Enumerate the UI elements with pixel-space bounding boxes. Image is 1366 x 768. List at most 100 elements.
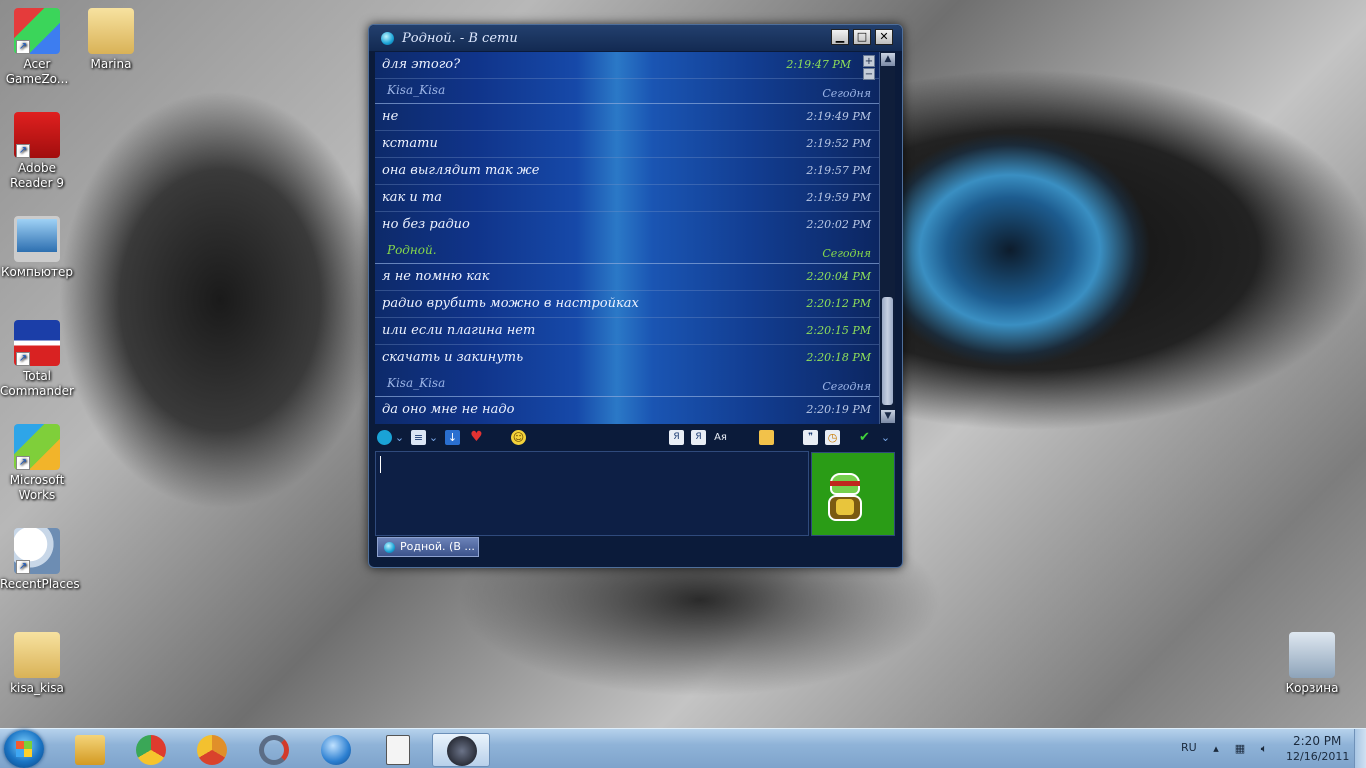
desktop-icon-acer-gamezone[interactable]: ↗ Acer GameZo... (0, 8, 74, 87)
clock-time[interactable]: 2:20 PM (1293, 734, 1341, 748)
desktop-icon-recycle-bin[interactable]: Корзина (1275, 632, 1349, 696)
history-scrollbar[interactable]: ▲ ▼ (879, 52, 895, 424)
chrome-icon (136, 735, 166, 765)
volume-icon[interactable]: 🔈︎ (1257, 742, 1271, 756)
desktop-icon-marina[interactable]: Marina (74, 8, 148, 72)
shortcut-arrow-icon: ↗ (16, 40, 30, 54)
desktop-icon-recent-places[interactable]: ↗ RecentPlaces (0, 528, 80, 592)
message-text: кстати (382, 136, 438, 151)
folder-icon[interactable] (759, 430, 774, 445)
turtle-avatar-belly (836, 499, 854, 515)
chevron-down-icon[interactable]: ⌄ (878, 430, 893, 445)
sender-header: Kisa_Kisa Сегодня (375, 372, 879, 397)
sender-name: Родной. (387, 243, 437, 257)
desktop-icon-kisa-kisa[interactable]: kisa_kisa (0, 632, 74, 696)
folder-icon (88, 8, 134, 54)
recent-places-icon: ↗ (14, 528, 60, 574)
message-text: да оно мне не надо (382, 402, 515, 417)
zoom-out-button[interactable]: − (863, 68, 875, 80)
computer-icon (14, 216, 60, 262)
maximize-button[interactable]: □ (853, 29, 871, 45)
taskbar-thunderbird[interactable] (310, 733, 362, 767)
scroll-down-button[interactable]: ▼ (881, 410, 895, 423)
sender-header: Kisa_Kisa Сегодня (375, 79, 879, 104)
chat-tab-rodnoy[interactable]: Родной. (В ... (377, 537, 479, 557)
chat-message: кстати 2:19:52 PM (375, 131, 879, 158)
desktop-icon-microsoft-works[interactable]: ↗ Microsoft Works (0, 424, 74, 503)
status-online-icon (384, 542, 395, 553)
chat-titlebar[interactable]: Родной. - В сети ▁ □ ✕ (369, 25, 902, 51)
message-text: для этого? (382, 57, 461, 72)
minimize-button[interactable]: ▁ (831, 29, 849, 45)
message-time: 2:19:47 PM (786, 58, 851, 71)
download-icon[interactable]: ↓ (445, 430, 460, 445)
desktop-icon-label: Acer GameZo... (5, 57, 69, 86)
language-indicator[interactable]: RU (1181, 741, 1197, 754)
start-button[interactable] (4, 730, 44, 768)
chat-message: она выглядит так же 2:19:57 PM (375, 158, 879, 185)
sender-name: Kisa_Kisa (387, 83, 446, 97)
message-time: 2:20:12 PM (806, 297, 871, 310)
contact-card-icon[interactable]: ≡ (411, 430, 426, 445)
heart-icon[interactable]: ♥ (469, 430, 484, 445)
media-icon (259, 735, 289, 765)
zoom-in-button[interactable]: + (863, 55, 875, 67)
sender-name: Kisa_Kisa (387, 376, 446, 390)
quote-icon[interactable]: ❞ (803, 430, 818, 445)
keyboard-layout-icon[interactable]: Я (691, 430, 706, 445)
folder-icon (14, 632, 60, 678)
desktop-icon-label: kisa_kisa (10, 681, 64, 695)
sender-date: Сегодня (822, 247, 871, 260)
chat-tab-label: Родной. (В ... (400, 540, 475, 553)
translit-icon[interactable]: Я (669, 430, 684, 445)
thunderbird-icon (321, 735, 351, 765)
chat-window[interactable]: Родной. - В сети ▁ □ ✕ для этого? 2:19:4… (368, 24, 903, 568)
chevron-down-icon[interactable]: ⌄ (426, 430, 441, 445)
message-text: скачать и закинуть (382, 350, 524, 365)
status-menu-icon[interactable] (377, 430, 392, 445)
turtle-avatar-band (830, 481, 860, 486)
status-online-icon (381, 32, 394, 45)
chat-history[interactable]: для этого? 2:19:47 PM Kisa_Kisa Сегодня … (375, 52, 879, 424)
send-checkmark-icon[interactable]: ✔ (857, 430, 872, 445)
message-text: или если плагина нет (382, 323, 536, 338)
desktop-icon-computer[interactable]: Компьютер (0, 216, 74, 280)
clock-icon[interactable]: ◷ (825, 430, 840, 445)
taskbar-qip-active[interactable] (432, 733, 490, 767)
message-time: 2:20:04 PM (806, 270, 871, 283)
message-text: не (382, 109, 399, 124)
desktop-icon-adobe-reader[interactable]: ↗ Adobe Reader 9 (0, 112, 74, 191)
scroll-up-button[interactable]: ▲ (881, 53, 895, 66)
shortcut-arrow-icon: ↗ (16, 456, 30, 470)
contact-avatar (811, 452, 895, 536)
desktop-icon-total-commander[interactable]: ↗ Total Commander (0, 320, 74, 399)
taskbar-chrome[interactable] (125, 733, 177, 767)
network-icon[interactable]: ▦ (1233, 742, 1247, 756)
qip-icon (447, 736, 477, 766)
smiley-icon[interactable]: ☺ (511, 430, 526, 445)
message-text: радио врубить можно в настройках (382, 296, 639, 311)
scroll-thumb[interactable] (882, 297, 893, 405)
clock-date[interactable]: 12/16/2011 (1286, 750, 1349, 763)
chevron-down-icon[interactable]: ⌄ (392, 430, 407, 445)
taskbar-media[interactable] (248, 733, 300, 767)
shortcut-arrow-icon: ↗ (16, 560, 30, 574)
chat-message: как и та 2:19:59 PM (375, 185, 879, 212)
taskbar-document[interactable] (372, 733, 424, 767)
taskbar-explorer[interactable] (64, 733, 116, 767)
sender-date: Сегодня (822, 380, 871, 393)
desktop-icon-label: RecentPlaces (0, 577, 80, 591)
taskbar-chrome-2[interactable] (186, 733, 238, 767)
show-hidden-icons-icon[interactable]: ▴ (1209, 742, 1223, 756)
spellcheck-icon[interactable]: Aя (713, 430, 728, 445)
message-text: но без радио (382, 217, 470, 232)
show-desktop-button[interactable] (1354, 729, 1366, 768)
chat-message: или если плагина нет 2:20:15 PM (375, 318, 879, 345)
message-time: 2:20:19 PM (806, 403, 871, 416)
chat-message: я не помню как 2:20:04 PM (375, 264, 879, 291)
close-button[interactable]: ✕ (875, 29, 893, 45)
document-icon (386, 735, 410, 765)
desktop-icon-label: Microsoft Works (9, 473, 65, 502)
chat-message: но без радио 2:20:02 PM (375, 212, 879, 239)
message-input[interactable] (375, 451, 809, 536)
